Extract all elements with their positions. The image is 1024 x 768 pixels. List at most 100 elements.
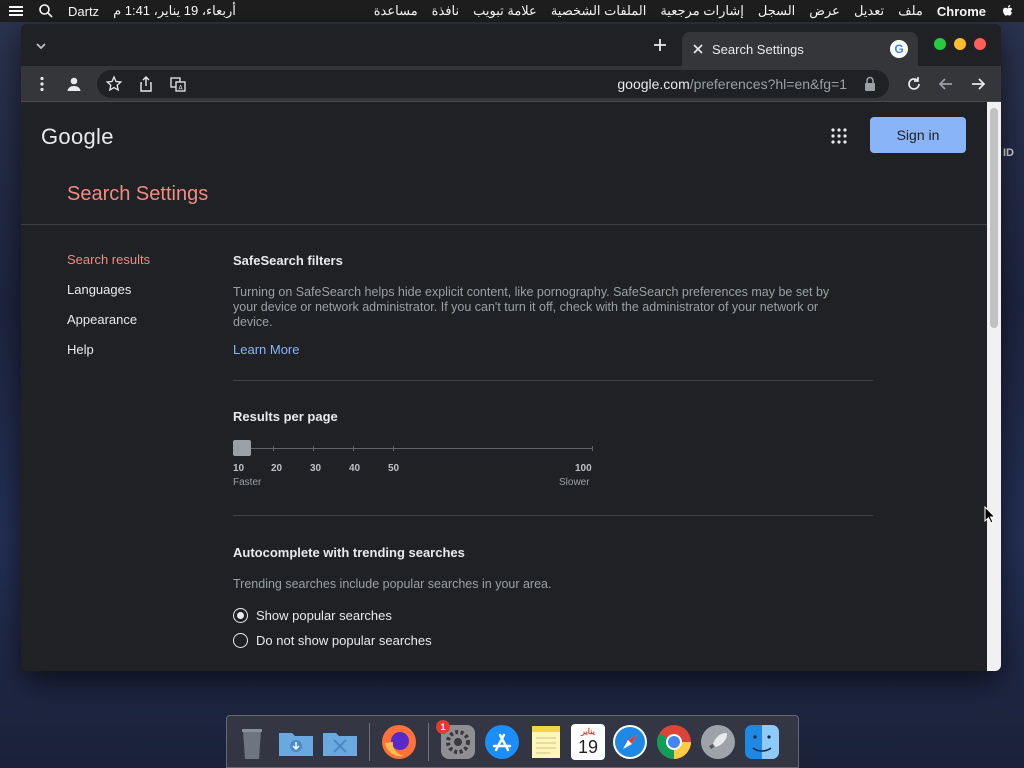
tab-search-chevron-icon[interactable] (33, 38, 49, 54)
safesearch-description: Turning on SafeSearch helps hide explici… (233, 285, 830, 329)
launchpad-rocket-icon[interactable] (699, 723, 737, 761)
menu-tab[interactable]: علامة تبويب (473, 3, 537, 19)
back-arrow-icon[interactable] (937, 75, 955, 93)
menu-view[interactable]: عرض (809, 3, 840, 19)
radio-button[interactable] (233, 633, 248, 648)
safesearch-title: SafeSearch filters (233, 253, 343, 268)
menubar-clock[interactable]: أربعاء، 19 يناير، 1:41 م (113, 3, 236, 19)
spotlight-search-icon[interactable] (38, 3, 54, 19)
address-bar[interactable]: A google.com/preferences?hl=en&fg=1 (97, 70, 889, 98)
radio-dot (237, 612, 244, 619)
desktop-side-label: ID (1003, 147, 1014, 159)
radio-label: Show popular searches (256, 608, 392, 623)
app-store-icon[interactable] (483, 723, 521, 761)
slider-tick (393, 446, 394, 451)
nav-item-appearance[interactable]: Appearance (67, 312, 150, 342)
slider-tick (353, 446, 354, 451)
sign-in-button[interactable]: Sign in (870, 117, 966, 153)
header-divider (21, 224, 987, 225)
dock-separator (369, 722, 370, 761)
radio-button-selected[interactable] (233, 608, 248, 623)
radio-show-popular[interactable]: Show popular searches (233, 608, 392, 623)
calendar-month: يناير (581, 726, 595, 736)
menu-profiles[interactable]: الملفات الشخصية (551, 3, 647, 19)
finder-icon[interactable] (743, 723, 781, 761)
share-icon[interactable] (137, 75, 155, 93)
browser-toolbar: A google.com/preferences?hl=en&fg=1 (21, 66, 1001, 102)
faster-label: Faster (233, 477, 262, 488)
slider-tick (592, 446, 593, 451)
tab-title: Search Settings (712, 41, 804, 57)
slider-tick (273, 446, 274, 451)
tick-label: 50 (388, 463, 400, 474)
forward-arrow-icon[interactable] (969, 75, 987, 93)
reload-icon[interactable] (905, 75, 923, 93)
tick-label: 30 (310, 463, 322, 474)
mouse-cursor-icon (984, 506, 996, 524)
apple-icon[interactable] (1000, 3, 1016, 19)
browser-window: Search Settings G A google.com/preferenc… (21, 24, 1001, 671)
slider-track (233, 448, 593, 449)
firefox-icon[interactable] (380, 723, 418, 761)
page-viewport: Google Sign in Search Settings Search re… (21, 102, 1001, 671)
calendar-icon[interactable]: يناير 19 (571, 723, 605, 760)
downloads-folder-icon[interactable] (277, 723, 315, 761)
notes-icon[interactable] (527, 723, 565, 761)
translate-icon[interactable]: A (169, 75, 187, 93)
menubar-app-name[interactable]: Chrome (937, 4, 986, 19)
dock-separator (428, 722, 429, 761)
tab-search-settings[interactable]: Search Settings G (682, 32, 918, 66)
url-path: /preferences?hl=en&fg=1 (689, 76, 847, 92)
dock: 1 يناير 19 (226, 715, 799, 768)
tab-strip: Search Settings G (21, 24, 1001, 66)
nav-item-search-results[interactable]: Search results (67, 252, 150, 282)
scrollbar-thumb[interactable] (990, 108, 998, 328)
google-favicon-icon: G (890, 40, 908, 58)
autocomplete-description: Trending searches include popular search… (233, 577, 552, 591)
slower-label: Slower (559, 477, 590, 488)
menu-edit[interactable]: تعديل (854, 3, 884, 19)
minimize-window-icon[interactable] (954, 38, 966, 50)
menubar: Dartz أربعاء، 19 يناير، 1:41 م Chrome مل… (0, 0, 1024, 22)
tick-label: 40 (349, 463, 361, 474)
slider-thumb[interactable] (233, 440, 251, 456)
tab-close-icon[interactable] (692, 43, 704, 55)
results-per-page-slider[interactable] (233, 440, 595, 460)
system-preferences-gear-icon[interactable]: 1 (436, 719, 477, 761)
section-divider (233, 380, 873, 381)
menu-help[interactable]: مساعدة (374, 3, 418, 19)
lock-icon[interactable] (863, 75, 877, 93)
utilities-folder-icon[interactable] (321, 723, 359, 761)
slider-tick (313, 446, 314, 451)
calendar-day: 19 (577, 736, 599, 757)
zoom-window-icon[interactable] (934, 38, 946, 50)
page-scrollbar[interactable] (987, 102, 1001, 671)
menu-file[interactable]: ملف (898, 3, 923, 19)
profile-avatar-icon[interactable] (65, 75, 83, 93)
url-text[interactable]: google.com/preferences?hl=en&fg=1 (617, 76, 847, 92)
tick-label: 20 (271, 463, 283, 474)
nav-item-help[interactable]: Help (67, 342, 150, 372)
bookmark-star-icon[interactable] (105, 75, 123, 93)
menubar-user[interactable]: Dartz (68, 4, 99, 19)
google-apps-grid-icon[interactable] (831, 128, 847, 144)
new-tab-plus-icon[interactable] (651, 36, 669, 54)
safari-compass-icon[interactable] (611, 723, 649, 761)
radio-label: Do not show popular searches (256, 633, 432, 648)
control-center-icon[interactable] (8, 3, 24, 19)
chrome-icon[interactable] (655, 723, 693, 761)
menu-bookmarks[interactable]: إشارات مرجعية (660, 3, 744, 19)
chrome-menu-kebab-icon[interactable] (33, 75, 51, 93)
results-per-page-title: Results per page (233, 409, 338, 424)
section-divider (233, 515, 873, 516)
window-controls (934, 38, 986, 50)
trash-icon[interactable] (233, 723, 271, 761)
menu-window[interactable]: نافذة (432, 3, 459, 19)
nav-item-languages[interactable]: Languages (67, 282, 150, 312)
menu-history[interactable]: السجل (758, 3, 795, 19)
close-window-icon[interactable] (974, 38, 986, 50)
google-logo[interactable]: Google (41, 124, 114, 150)
learn-more-link[interactable]: Learn More (233, 342, 299, 357)
notification-badge: 1 (436, 719, 450, 734)
radio-hide-popular[interactable]: Do not show popular searches (233, 633, 432, 648)
